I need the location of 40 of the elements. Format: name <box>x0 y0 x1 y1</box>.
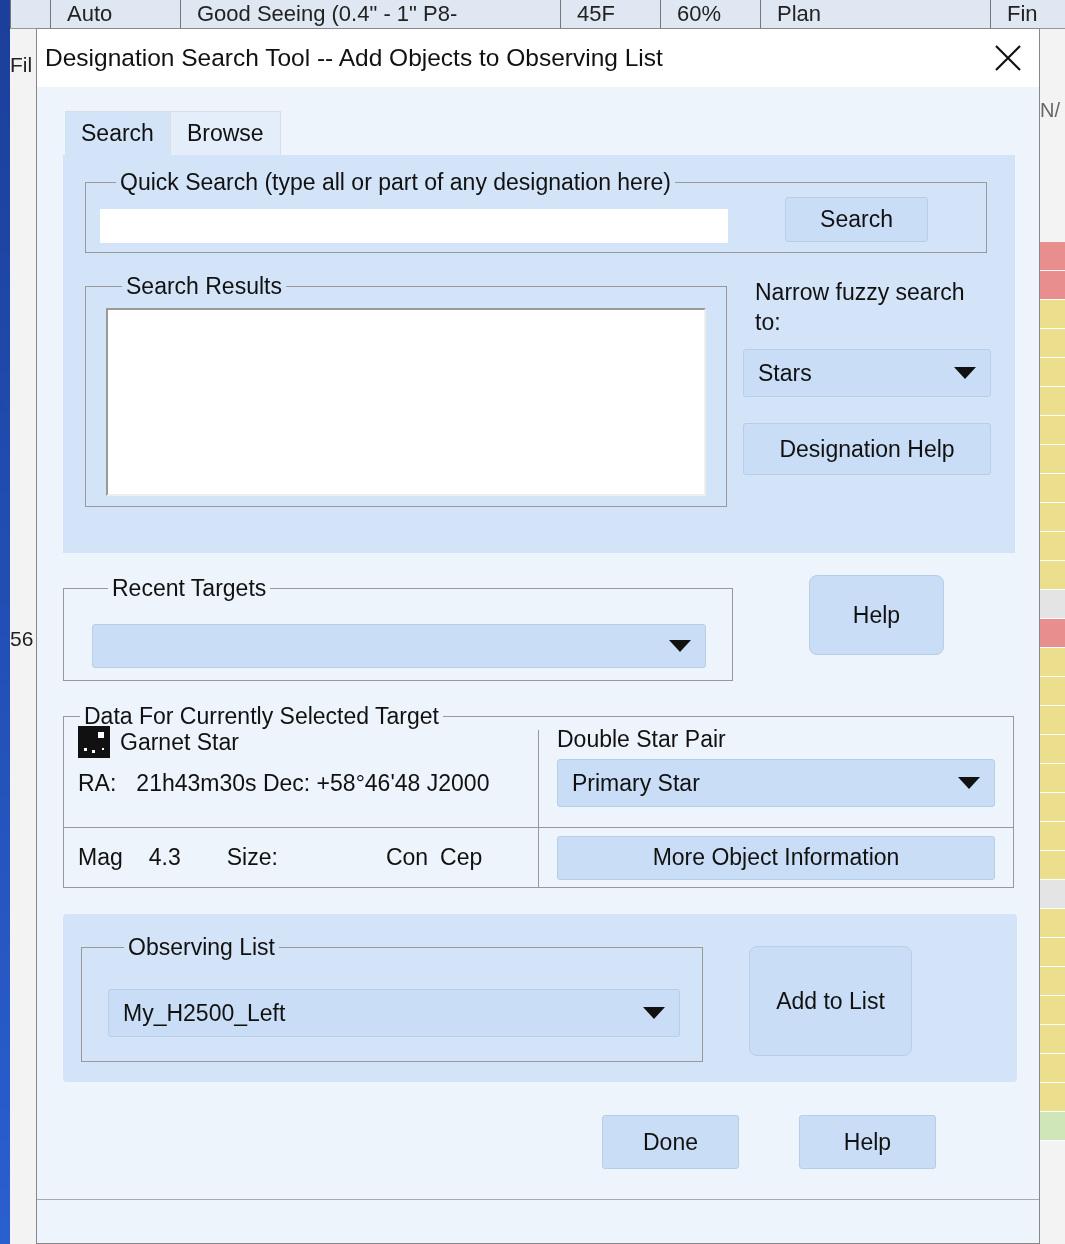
group-label: Recent Targets <box>111 575 268 602</box>
field-value: 4.3 <box>148 844 181 871</box>
pair-dropdown[interactable]: Primary Star <box>557 759 995 807</box>
field-label: Double Star Pair <box>557 726 727 753</box>
more-information-button[interactable]: More Object Information <box>557 835 995 880</box>
target-name: Garnet Star <box>120 728 239 756</box>
help-button[interactable]: Help <box>799 1115 936 1169</box>
field-value: Cep <box>440 844 483 871</box>
observing-list-dropdown[interactable]: My_H2500_Left <box>108 989 680 1037</box>
group-label: Search Results <box>125 273 283 300</box>
window-title: Designation Search Tool -- Add Objects to Observing List <box>45 44 663 72</box>
field-label: Mag <box>78 844 123 871</box>
group-label: Data For Currently Selected Target <box>83 703 440 730</box>
search-field[interactable] <box>100 209 728 243</box>
category-dropdown[interactable]: Stars <box>743 349 991 397</box>
caret-icon <box>669 640 691 652</box>
caret-icon <box>643 1007 665 1019</box>
designation-help-button[interactable]: Designation Help <box>743 423 991 475</box>
coordinates-text: 21h43m30s Dec: +58°46'48 J2000 <box>136 770 490 797</box>
recent-targets-dropdown[interactable] <box>92 624 706 668</box>
field-label: Con <box>385 844 429 871</box>
help-button[interactable]: Help <box>809 575 944 655</box>
cell-text: 56 <box>10 627 34 651</box>
star-field-icon <box>78 726 110 758</box>
results-list[interactable] <box>106 308 706 496</box>
field-label: RA: <box>78 770 117 797</box>
done-button[interactable]: Done <box>602 1115 739 1169</box>
column-header: N/ <box>1040 99 1061 122</box>
add-to-list-button[interactable]: Add to List <box>749 946 912 1056</box>
group-label: Observing List <box>127 934 276 961</box>
caret-icon <box>958 777 980 789</box>
tab[interactable]: Search <box>65 111 171 155</box>
close-icon[interactable] <box>995 45 1021 71</box>
menu-label: Fil <box>10 53 33 77</box>
tab[interactable]: Browse <box>170 111 281 155</box>
field-label: Size: <box>226 844 278 871</box>
group-label: Quick Search (type all or part of any designation here) <box>119 169 672 196</box>
filter-label: Narrow fuzzy search to: <box>754 278 966 337</box>
search-button[interactable]: Search <box>785 196 928 242</box>
caret-icon <box>954 367 976 379</box>
